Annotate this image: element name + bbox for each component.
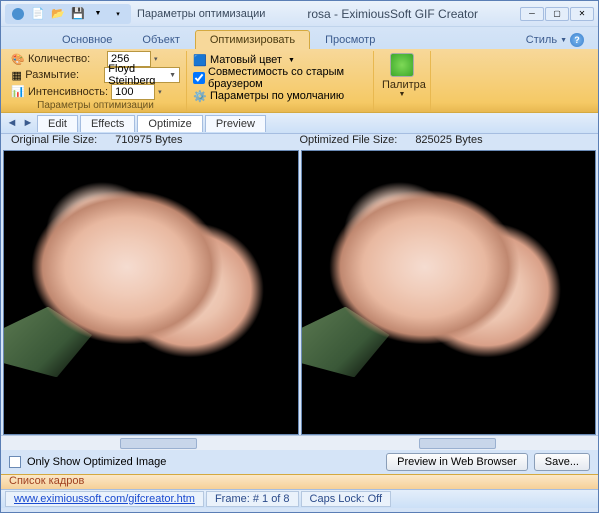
vtab-preview[interactable]: Preview bbox=[205, 115, 266, 132]
rose-image bbox=[4, 151, 298, 434]
chevron-down-icon: ▼ bbox=[288, 57, 295, 64]
only-optimized-checkbox[interactable] bbox=[9, 456, 21, 468]
help-icon[interactable]: ? bbox=[570, 33, 584, 47]
ribbon-tabs: Основное Объект Оптимизировать Просмотр … bbox=[1, 27, 598, 49]
status-frame: Frame: # 1 of 8 bbox=[206, 491, 299, 507]
only-optimized-label: Only Show Optimized Image bbox=[27, 456, 166, 468]
spinner-icon[interactable]: ▾ bbox=[154, 55, 158, 63]
tab-view[interactable]: Просмотр bbox=[310, 30, 390, 49]
chevron-down-icon: ▼ bbox=[169, 72, 176, 79]
frames-strip-title: Список кадров bbox=[1, 474, 598, 489]
intensity-icon: 📊 bbox=[11, 85, 25, 99]
paint-icon: 🟦 bbox=[193, 53, 207, 67]
blur-select[interactable]: Floyd Steinberg▼ bbox=[104, 67, 180, 83]
status-capslock: Caps Lock: Off bbox=[301, 491, 392, 507]
defaults-button[interactable]: Параметры по умолчанию bbox=[210, 90, 344, 102]
matte-color-button[interactable]: Матовый цвет bbox=[210, 54, 282, 66]
vtab-effects[interactable]: Effects bbox=[80, 115, 135, 132]
original-size-label: Original File Size: bbox=[11, 134, 97, 150]
optimized-size-label: Optimized File Size: bbox=[300, 134, 398, 150]
tab-main[interactable]: Основное bbox=[47, 30, 127, 49]
blur-icon: ▦ bbox=[11, 68, 22, 82]
maximize-button[interactable]: ▢ bbox=[545, 7, 569, 21]
qat-overflow-icon[interactable]: ▾ bbox=[109, 5, 127, 23]
quantity-label: Количество: bbox=[28, 53, 104, 65]
preview-browser-button[interactable]: Preview in Web Browser bbox=[386, 453, 528, 471]
window-title: rosa - EximiousSoft GIF Creator bbox=[265, 7, 520, 21]
original-size-value: 710975 Bytes bbox=[115, 134, 182, 150]
intensity-label: Интенсивность: bbox=[28, 86, 108, 98]
palette-button[interactable]: Палитра ▼ bbox=[380, 51, 424, 100]
qat-dropdown-icon[interactable]: ▼ bbox=[89, 5, 107, 23]
qat-tooltip-label: Параметры оптимизации bbox=[137, 8, 265, 20]
optimized-size-value: 825025 Bytes bbox=[415, 134, 482, 150]
qat-save-icon[interactable]: 💾 bbox=[69, 5, 87, 23]
tab-optimize[interactable]: Оптимизировать bbox=[195, 30, 310, 49]
group-title: Параметры оптимизации bbox=[11, 100, 180, 112]
vtab-edit[interactable]: Edit bbox=[37, 115, 78, 132]
style-dropdown[interactable]: Стиль▼? bbox=[518, 31, 592, 49]
optimized-preview bbox=[301, 150, 597, 435]
original-preview bbox=[3, 150, 299, 435]
chevron-down-icon: ▼ bbox=[382, 91, 422, 98]
status-url-link[interactable]: www.eximioussoft.com/gifcreator.htm bbox=[5, 491, 204, 507]
color-wheel-icon: 🎨 bbox=[11, 52, 25, 66]
qat-open-icon[interactable]: 📂 bbox=[49, 5, 67, 23]
palette-icon bbox=[390, 53, 414, 77]
rose-image bbox=[302, 151, 596, 434]
vtab-optimize[interactable]: Optimize bbox=[137, 115, 202, 132]
nav-prev-icon[interactable]: ◄ bbox=[5, 116, 19, 130]
nav-next-icon[interactable]: ► bbox=[21, 116, 35, 130]
compat-checkbox[interactable] bbox=[193, 72, 205, 84]
gear-icon: ⚙️ bbox=[193, 89, 207, 103]
tab-object[interactable]: Объект bbox=[127, 30, 194, 49]
qat-new-icon[interactable]: 📄 bbox=[29, 5, 47, 23]
minimize-button[interactable]: ─ bbox=[520, 7, 544, 21]
scrollbar-horizontal[interactable] bbox=[300, 435, 599, 450]
app-menu-orb[interactable] bbox=[9, 5, 27, 23]
intensity-input[interactable] bbox=[111, 84, 155, 100]
spinner-icon[interactable]: ▾ bbox=[158, 88, 162, 96]
save-button[interactable]: Save... bbox=[534, 453, 590, 471]
chevron-down-icon: ▼ bbox=[560, 37, 567, 44]
scrollbar-horizontal[interactable] bbox=[1, 435, 300, 450]
ribbon-panel: 🎨Количество: ▾ ▦Размытие:Floyd Steinberg▼… bbox=[1, 49, 598, 113]
blur-label: Размытие: bbox=[25, 69, 101, 81]
close-button[interactable]: ✕ bbox=[570, 7, 594, 21]
